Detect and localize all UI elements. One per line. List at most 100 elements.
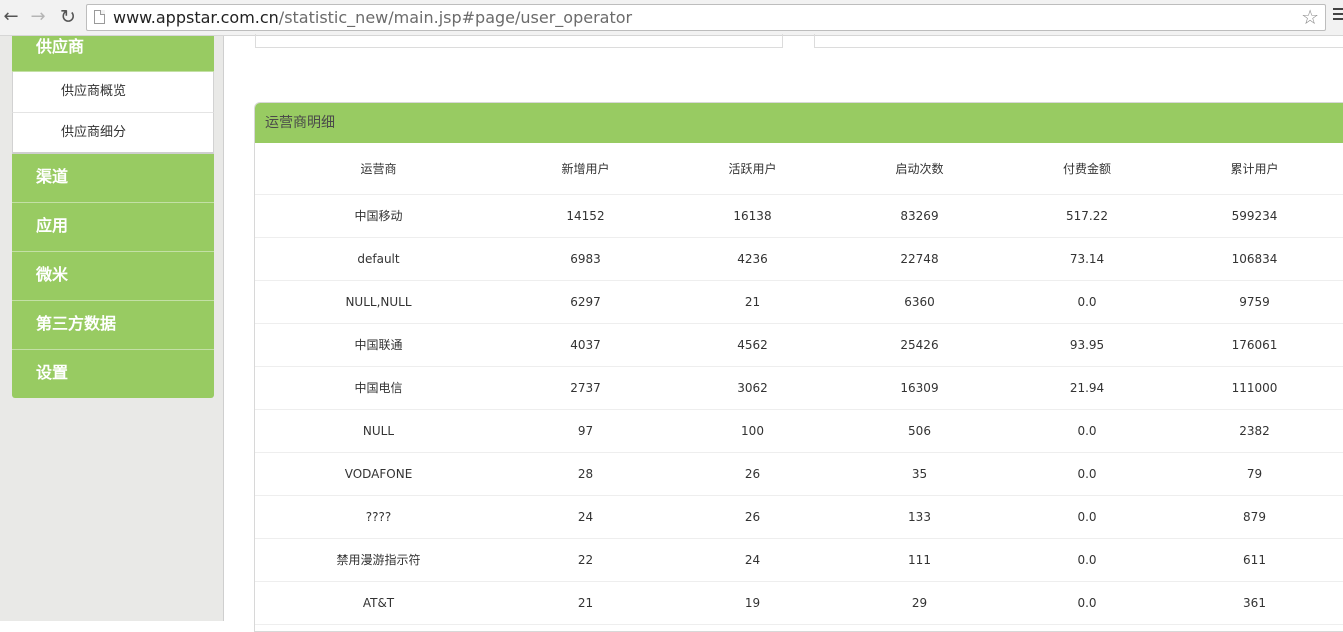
cell-active-users: 21	[669, 280, 836, 324]
cell-spacer	[1338, 237, 1343, 281]
cell-new-users: 6983	[502, 237, 669, 281]
main-area: 运营商明细 运营商 新增用户 活跃用户 启动次数 付费金额 累计用户 中国移动 1…	[225, 34, 1343, 632]
cell-operator: 中国电信	[255, 366, 502, 410]
operator-detail-panel: 运营商明细 运营商 新增用户 活跃用户 启动次数 付费金额 累计用户 中国移动 1…	[254, 102, 1343, 632]
cell-operator: NULL,NULL	[255, 280, 502, 324]
cell-operator: default	[255, 237, 502, 281]
cell-new-users: 6297	[502, 280, 669, 324]
cell-spacer	[1338, 452, 1343, 496]
cell-operator: ????	[255, 495, 502, 539]
sidebar-section-weimi[interactable]: 微米	[12, 252, 214, 301]
top-box-left	[255, 34, 783, 48]
cell-active-users: 24	[669, 538, 836, 582]
cell-launches: 83269	[836, 194, 1003, 238]
panel-title: 运营商明细	[255, 103, 1343, 143]
cell-payment: 0.0	[1003, 452, 1171, 496]
top-box-right	[814, 34, 1343, 48]
cell-active-users: 26	[669, 452, 836, 496]
left-panel: 供应商 供应商概览 供应商细分 渠道 应用 微米 第三方数据 设置	[0, 36, 224, 621]
sidebar-section-third-party-data[interactable]: 第三方数据	[12, 301, 214, 350]
browser-toolbar: ← → ↻ www.appstar.com.cn/statistic_new/m…	[0, 0, 1343, 36]
cell-total-users: 111000	[1171, 366, 1338, 410]
cell-active-users: 3062	[669, 366, 836, 410]
cell-launches: 506	[836, 409, 1003, 453]
column-header-spacer	[1338, 143, 1343, 195]
cell-payment: 0.0	[1003, 538, 1171, 582]
column-header-total-users: 累计用户	[1171, 143, 1338, 195]
table-header-row: 运营商 新增用户 活跃用户 启动次数 付费金额 累计用户	[255, 143, 1343, 195]
cell-active-users: 19	[669, 581, 836, 625]
cell-payment: 21.94	[1003, 366, 1171, 410]
cell-active-users: 100	[669, 409, 836, 453]
cell-spacer	[1338, 323, 1343, 367]
bookmark-star-icon[interactable]: ☆	[1301, 5, 1319, 29]
sidebar-section-app[interactable]: 应用	[12, 203, 214, 252]
table-row: 中国联通 4037 4562 25426 93.95 176061	[255, 323, 1343, 367]
cell-new-users: 2737	[502, 366, 669, 410]
cell-payment: 0.0	[1003, 280, 1171, 324]
cell-operator: 禁用漫游指示符	[255, 538, 502, 582]
cell-launches: 22748	[836, 237, 1003, 281]
table-row: VODAFONE 28 26 35 0.0 79	[255, 452, 1343, 496]
address-bar[interactable]: www.appstar.com.cn/statistic_new/main.js…	[86, 4, 1326, 31]
url-path: /statistic_new/main.jsp#page/user_operat…	[278, 8, 633, 27]
cell-total-users: 879	[1171, 495, 1338, 539]
cell-total-users: 599234	[1171, 194, 1338, 238]
cell-launches: 133	[836, 495, 1003, 539]
page-icon	[94, 10, 105, 24]
cell-new-users: 14152	[502, 194, 669, 238]
cell-total-users: 611	[1171, 538, 1338, 582]
cell-launches: 6360	[836, 280, 1003, 324]
table-row: AT&T 21 19 29 0.0 361	[255, 581, 1343, 625]
url-host: www.appstar.com.cn	[113, 8, 279, 27]
cell-payment: 0.0	[1003, 495, 1171, 539]
table-row: NULL,NULL 6297 21 6360 0.0 9759	[255, 280, 1343, 324]
cell-payment: 93.95	[1003, 323, 1171, 367]
cell-active-users: 4236	[669, 237, 836, 281]
cell-spacer	[1338, 280, 1343, 324]
cell-payment: 0.0	[1003, 409, 1171, 453]
sidebar-item-supplier-overview[interactable]: 供应商概览	[12, 72, 214, 113]
cell-new-users: 24	[502, 495, 669, 539]
sidebar-item-supplier-detail[interactable]: 供应商细分	[12, 113, 214, 154]
browser-menu-icon[interactable]	[1333, 8, 1343, 24]
cell-total-users: 79	[1171, 452, 1338, 496]
cell-active-users: 26	[669, 495, 836, 539]
url-text[interactable]: www.appstar.com.cn/statistic_new/main.js…	[113, 8, 632, 27]
sidebar-section-channel[interactable]: 渠道	[12, 154, 214, 203]
cell-payment: 0.0	[1003, 581, 1171, 625]
cell-new-users: 21	[502, 581, 669, 625]
cell-spacer	[1338, 538, 1343, 582]
cell-active-users: 16138	[669, 194, 836, 238]
cell-new-users: 28	[502, 452, 669, 496]
sidebar-section-supplier[interactable]: 供应商	[12, 36, 214, 72]
cell-new-users: 4037	[502, 323, 669, 367]
cell-operator: 中国移动	[255, 194, 502, 238]
cell-total-users: 9759	[1171, 280, 1338, 324]
table-row: 禁用漫游指示符 22 24 111 0.0 611	[255, 538, 1343, 582]
cell-total-users: 106834	[1171, 237, 1338, 281]
cell-payment: 73.14	[1003, 237, 1171, 281]
back-arrow-icon[interactable]: ←	[0, 6, 22, 28]
cell-active-users: 4562	[669, 323, 836, 367]
column-header-operator: 运营商	[255, 143, 502, 195]
table-row: 中国移动 14152 16138 83269 517.22 599234	[255, 194, 1343, 238]
forward-arrow-icon[interactable]: →	[27, 6, 49, 28]
cell-new-users: 22	[502, 538, 669, 582]
reload-icon[interactable]: ↻	[57, 6, 79, 28]
column-header-payment: 付费金额	[1003, 143, 1171, 195]
cell-operator: 中国联通	[255, 323, 502, 367]
cell-launches: 16309	[836, 366, 1003, 410]
sidebar-section-settings[interactable]: 设置	[12, 350, 214, 398]
cell-launches: 111	[836, 538, 1003, 582]
cell-operator: VODAFONE	[255, 452, 502, 496]
cell-operator: AT&T	[255, 581, 502, 625]
table-row: default 6983 4236 22748 73.14 106834	[255, 237, 1343, 281]
cell-operator: NULL	[255, 409, 502, 453]
operator-table: 运营商 新增用户 活跃用户 启动次数 付费金额 累计用户 中国移动 14152 16…	[255, 143, 1343, 625]
cell-total-users: 176061	[1171, 323, 1338, 367]
table-row: ???? 24 26 133 0.0 879	[255, 495, 1343, 539]
table-row: NULL 97 100 506 0.0 2382	[255, 409, 1343, 453]
cell-spacer	[1338, 495, 1343, 539]
column-header-active-users: 活跃用户	[669, 143, 836, 195]
